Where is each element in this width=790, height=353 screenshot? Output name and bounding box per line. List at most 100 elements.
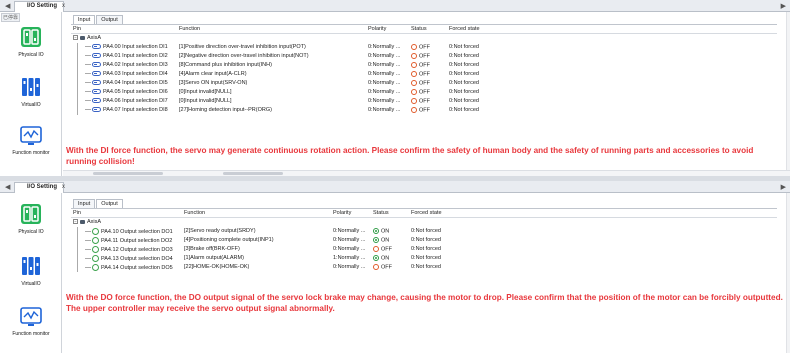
sidebar-item-physical-io[interactable]: Physical IO [0, 26, 62, 58]
table-row[interactable]: PA4.00 Input selection DI1 [1]Positive d… [71, 43, 777, 52]
function-cell[interactable]: [2]Negative direction over-travel inhibi… [179, 53, 365, 59]
status-cell[interactable]: OFF [411, 80, 430, 86]
column-header-status[interactable]: Status [373, 210, 389, 216]
tab-io-setting[interactable]: I/O Setting x [14, 1, 65, 12]
status-cell[interactable]: OFF [411, 98, 430, 104]
function-cell[interactable]: [3]Brake off(BRK-OFF) [184, 246, 340, 252]
table-row[interactable]: PA4.11 Output selection DO2 [4]Positioni… [71, 236, 777, 245]
polarity-cell[interactable]: 0:Normally ... [368, 80, 408, 86]
forced-state-cell[interactable]: 0:Not forced [449, 44, 479, 50]
scrollbar-thumb[interactable] [223, 172, 283, 175]
status-cell[interactable]: OFF [411, 44, 430, 50]
scrollbar-thumb[interactable] [93, 172, 163, 175]
collapse-icon[interactable]: − [73, 219, 78, 225]
polarity-cell[interactable]: 1:Normally ... [333, 255, 373, 261]
polarity-cell[interactable]: 0:Normally ... [368, 107, 408, 113]
tab-close-icon[interactable]: x [62, 3, 65, 9]
polarity-cell[interactable]: 0:Normally ... [368, 44, 408, 50]
status-cell[interactable]: ON [373, 255, 389, 261]
function-cell[interactable]: [27]Homing detection input--PR(ORG) [179, 107, 365, 113]
table-row[interactable]: PA4.02 Input selection DI3 [8]Command pl… [71, 61, 777, 70]
column-header-forced-state[interactable]: Forced state [411, 210, 442, 216]
column-header-polarity[interactable]: Polarity [333, 210, 373, 216]
table-row[interactable]: PA4.10 Output selection DO1 [2]Servo rea… [71, 227, 777, 236]
sidebar-item-physical-io[interactable]: Physical IO [0, 203, 62, 235]
sidebar-item-virtual-io[interactable]: VirtualIO [0, 255, 62, 287]
forced-state-cell[interactable]: 0:Not forced [449, 98, 479, 104]
function-cell[interactable]: [0]Input invalid[NULL] [179, 89, 365, 95]
polarity-cell[interactable]: 0:Normally ... [333, 264, 373, 270]
forced-state-cell[interactable]: 0:Not forced [411, 237, 441, 243]
tab-scroll-left-icon[interactable]: ◀ [5, 2, 10, 10]
sidebar-item-function-monitor[interactable]: Function monitor [0, 126, 62, 156]
table-row[interactable]: PA4.14 Output selection DO5 [22]HOME-OK(… [71, 263, 777, 272]
tab-scroll-right-icon[interactable]: ▶ [781, 2, 786, 10]
status-cell[interactable]: OFF [411, 53, 430, 59]
function-cell[interactable]: [8]Command plus inhibition input(INH) [179, 62, 365, 68]
column-header-forced-state[interactable]: Forced state [449, 26, 480, 32]
vertical-scrollbar[interactable] [786, 12, 790, 176]
function-cell[interactable]: [1]Alarm output(ALARM) [184, 255, 340, 261]
forced-state-cell[interactable]: 0:Not forced [411, 255, 441, 261]
function-cell[interactable]: [4]Alarm clear input(A-CLR) [179, 71, 365, 77]
column-header-pin[interactable]: Pin [73, 26, 81, 32]
subtab-output[interactable]: Output [96, 199, 123, 208]
collapse-icon[interactable]: − [73, 35, 78, 41]
forced-state-cell[interactable]: 0:Not forced [411, 246, 441, 252]
subtab-input[interactable]: Input [73, 15, 96, 24]
polarity-cell[interactable]: 0:Normally ... [368, 62, 408, 68]
table-row[interactable]: PA4.01 Input selection DI2 [2]Negative d… [71, 52, 777, 61]
table-row[interactable]: PA4.12 Output selection DO3 [3]Brake off… [71, 245, 777, 254]
tab-close-icon[interactable]: x [62, 184, 65, 190]
status-cell[interactable]: OFF [411, 89, 430, 95]
forced-state-cell[interactable]: 0:Not forced [411, 264, 441, 270]
tab-scroll-left-icon[interactable]: ◀ [5, 183, 10, 191]
polarity-cell[interactable]: 0:Normally ... [333, 237, 373, 243]
subtab-input[interactable]: Input [73, 199, 96, 208]
function-cell[interactable]: [0]Input invalid[NULL] [179, 98, 365, 104]
column-header-polarity[interactable]: Polarity [368, 26, 408, 32]
function-cell[interactable]: [22]HOME-OK(HOME-OK) [184, 264, 340, 270]
status-cell[interactable]: OFF [373, 246, 392, 252]
status-cell[interactable]: ON [373, 237, 389, 243]
status-cell[interactable]: OFF [411, 107, 430, 113]
sidebar-item-function-monitor[interactable]: Function monitor [0, 307, 62, 337]
table-row[interactable]: PA4.06 Input selection DI7 [0]Input inva… [71, 97, 777, 106]
function-cell[interactable]: [1]Positive direction over-travel inhibi… [179, 44, 365, 50]
polarity-cell[interactable]: 0:Normally ... [333, 246, 373, 252]
forced-state-cell[interactable]: 0:Not forced [449, 80, 479, 86]
subtab-output[interactable]: Output [96, 15, 123, 24]
table-row[interactable]: PA4.05 Input selection DI6 [0]Input inva… [71, 88, 777, 97]
vertical-scrollbar[interactable] [786, 193, 790, 353]
tree-root-row[interactable]: − AxisA [71, 34, 777, 43]
function-cell[interactable]: [3]Servo ON input(SRV-ON) [179, 80, 365, 86]
table-row[interactable]: PA4.04 Input selection DI5 [3]Servo ON i… [71, 79, 777, 88]
sidebar-item-virtual-io[interactable]: VirtualIO [0, 76, 62, 108]
column-header-function[interactable]: Function [179, 26, 365, 32]
status-cell[interactable]: OFF [411, 71, 430, 77]
tree-root-row[interactable]: − AxisA [71, 218, 777, 227]
status-cell[interactable]: ON [373, 228, 389, 234]
column-header-function[interactable]: Function [184, 210, 340, 216]
polarity-cell[interactable]: 0:Normally ... [368, 71, 408, 77]
column-header-pin[interactable]: Pin [73, 210, 81, 216]
forced-state-cell[interactable]: 0:Not forced [449, 107, 479, 113]
status-cell[interactable]: OFF [373, 264, 392, 270]
polarity-cell[interactable]: 0:Normally ... [333, 228, 373, 234]
forced-state-cell[interactable]: 0:Not forced [449, 89, 479, 95]
table-row[interactable]: PA4.13 Output selection DO4 [1]Alarm out… [71, 254, 777, 263]
tab-scroll-right-icon[interactable]: ▶ [781, 183, 786, 191]
polarity-cell[interactable]: 0:Normally ... [368, 98, 408, 104]
polarity-cell[interactable]: 0:Normally ... [368, 89, 408, 95]
forced-state-cell[interactable]: 0:Not forced [411, 228, 441, 234]
forced-state-cell[interactable]: 0:Not forced [449, 53, 479, 59]
forced-state-cell[interactable]: 0:Not forced [449, 71, 479, 77]
column-header-status[interactable]: Status [411, 26, 427, 32]
polarity-cell[interactable]: 0:Normally ... [368, 53, 408, 59]
function-cell[interactable]: [2]Servo ready output(SRDY) [184, 228, 340, 234]
function-cell[interactable]: [4]Positioning complete output(INP1) [184, 237, 340, 243]
table-row[interactable]: PA4.03 Input selection DI4 [4]Alarm clea… [71, 70, 777, 79]
table-row[interactable]: PA4.07 Input selection DI8 [27]Homing de… [71, 106, 777, 115]
tab-io-setting[interactable]: I/O Setting x [14, 182, 65, 193]
forced-state-cell[interactable]: 0:Not forced [449, 62, 479, 68]
